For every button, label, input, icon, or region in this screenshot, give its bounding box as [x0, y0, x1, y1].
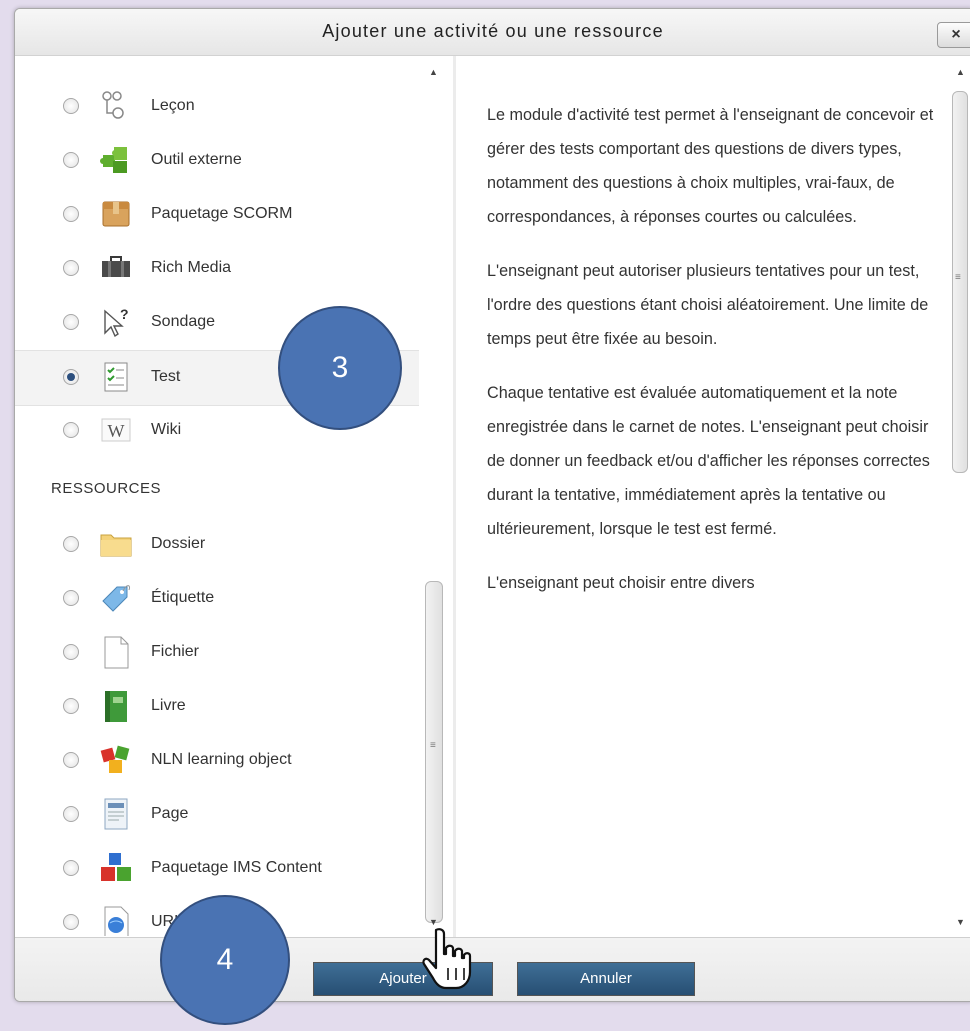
grip-icon: ≡	[955, 272, 961, 283]
radio-button[interactable]	[63, 536, 79, 552]
radio-button[interactable]	[63, 590, 79, 606]
item-label: Paquetage IMS Content	[151, 859, 322, 876]
file-icon	[104, 636, 129, 669]
list-item-dossier[interactable]: Dossier	[15, 518, 419, 572]
ims-blocks-icon	[101, 853, 131, 881]
svg-text:?: ?	[120, 306, 129, 322]
list-item-nln-learning-object[interactable]: NLN learning object	[15, 734, 419, 788]
radio-button[interactable]	[63, 698, 79, 714]
grip-icon: ≡	[430, 740, 436, 751]
radio-button[interactable]	[63, 98, 79, 114]
scroll-up-arrow-icon[interactable]: ▲	[429, 67, 438, 77]
radio-button[interactable]	[63, 752, 79, 768]
list-item-partial[interactable]	[15, 56, 419, 68]
add-activity-dialog: Ajouter une activité ou une ressource × …	[14, 8, 970, 1002]
radio-button-checked[interactable]	[63, 369, 79, 385]
item-label: Dossier	[151, 535, 206, 552]
item-label: NLN learning object	[151, 751, 292, 768]
radio-button[interactable]	[63, 860, 79, 876]
item-label: Leçon	[151, 97, 195, 114]
list-item-paquetage-scorm[interactable]: Paquetage SCORM	[15, 188, 419, 242]
dialog-footer: Ajouter Annuler	[15, 937, 970, 1001]
folder-icon	[100, 534, 132, 557]
cancel-button[interactable]: Annuler	[517, 962, 695, 996]
puzzle-icon	[100, 147, 127, 173]
item-label: Fichier	[151, 643, 200, 660]
briefcase-icon	[102, 256, 130, 277]
list-item-paquetage-ims[interactable]: Paquetage IMS Content	[15, 842, 419, 896]
item-label: Wiki	[151, 421, 182, 438]
list-item-livre[interactable]: Livre	[15, 680, 419, 734]
step-callout-3: 3	[278, 306, 402, 430]
cursor-question-icon: ?	[104, 306, 129, 338]
description-paragraph: Chaque tentative est évaluée automatique…	[487, 384, 930, 538]
description-paragraph: Le module d'activité test permet à l'ens…	[487, 106, 934, 226]
svg-text:W: W	[108, 421, 125, 441]
scrollbar-thumb[interactable]: ≡	[952, 91, 968, 473]
cubes-icon	[100, 745, 130, 773]
list-scrollbar[interactable]: ▲ ≡ ▼	[423, 61, 447, 931]
description-paragraph: L'enseignant peut choisir entre divers	[487, 574, 755, 592]
item-label: Test	[151, 368, 181, 385]
item-label: Rich Media	[151, 259, 232, 276]
module-list: Leçon Outil externe Paquetage SCORM Rich…	[15, 56, 459, 936]
step-callout-4: 4	[160, 895, 290, 1025]
package-box-icon	[102, 201, 130, 227]
radio-button[interactable]	[63, 644, 79, 660]
radio-button[interactable]	[63, 206, 79, 222]
item-label: Paquetage SCORM	[151, 205, 293, 222]
radio-button[interactable]	[63, 914, 79, 930]
dialog-titlebar: Ajouter une activité ou une ressource ×	[15, 9, 970, 56]
item-label: Sondage	[151, 313, 216, 330]
list-item-page[interactable]: Page	[15, 788, 419, 842]
module-description: Le module d'activité test permet à l'ens…	[487, 98, 937, 620]
url-globe-icon	[104, 906, 129, 936]
resources-section-header: RESSOURCES	[51, 480, 162, 497]
scroll-up-arrow-icon[interactable]: ▲	[956, 67, 965, 77]
list-item-outil-externe[interactable]: Outil externe	[15, 134, 419, 188]
item-label: Outil externe	[151, 151, 242, 168]
radio-button[interactable]	[63, 152, 79, 168]
tag-icon	[102, 585, 130, 612]
lesson-icon	[102, 91, 124, 119]
radio-button[interactable]	[63, 314, 79, 330]
pane-divider	[453, 56, 456, 938]
list-item-fichier[interactable]: Fichier	[15, 626, 419, 680]
dialog-title: Ajouter une activité ou une ressource	[322, 21, 664, 41]
description-pane: Le module d'activité test permet à l'ens…	[457, 56, 957, 936]
close-button[interactable]: ×	[937, 22, 970, 48]
checklist-icon	[104, 362, 128, 392]
page-icon	[104, 798, 128, 830]
wiki-w-icon: W	[101, 418, 131, 442]
list-item-rich-media[interactable]: Rich Media	[15, 242, 419, 296]
scrollbar-thumb[interactable]: ≡	[425, 581, 443, 923]
list-item-lecon[interactable]: Leçon	[15, 80, 419, 134]
scroll-down-arrow-icon[interactable]: ▼	[956, 917, 965, 927]
item-label: Étiquette	[151, 589, 215, 606]
radio-button[interactable]	[63, 260, 79, 276]
book-icon	[105, 691, 127, 722]
item-label: Livre	[151, 697, 186, 714]
radio-button[interactable]	[63, 422, 79, 438]
description-paragraph: L'enseignant peut autoriser plusieurs te…	[487, 262, 929, 348]
description-scrollbar[interactable]: ▲ ≡ ▼	[950, 61, 970, 931]
radio-button[interactable]	[63, 806, 79, 822]
list-item-etiquette[interactable]: Étiquette	[15, 572, 419, 626]
item-label: Page	[151, 805, 189, 822]
hand-pointer-cursor-icon	[422, 928, 472, 990]
